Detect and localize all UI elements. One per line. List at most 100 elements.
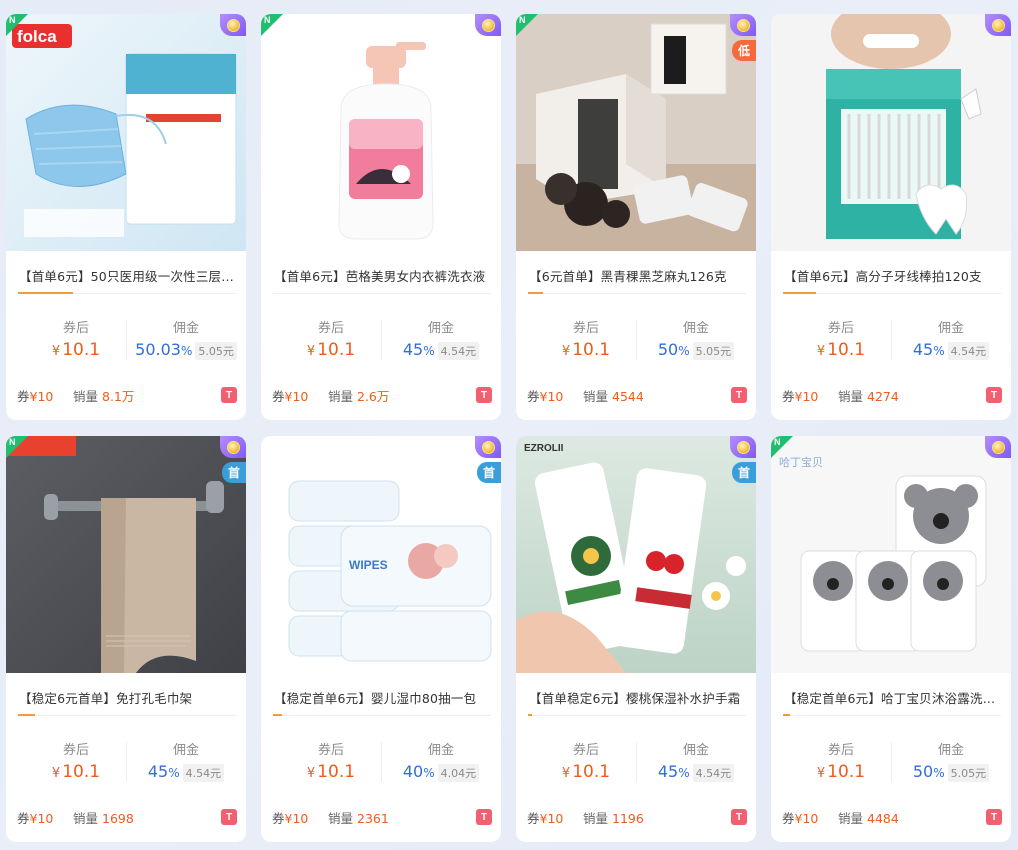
commission-rate: 45% 4.54元 (891, 340, 1011, 360)
rate-percent: 45% (403, 340, 435, 359)
price-value: ¥10.1 (283, 340, 379, 360)
commission-amount: 4.54元 (947, 342, 990, 360)
price-column: 券后 ¥10.1 (28, 317, 124, 360)
commission-column: 佣金 45% 4.54元 (381, 317, 501, 360)
side-tag: 首 (477, 462, 501, 483)
product-image[interactable]: N (261, 14, 501, 251)
commission-column: 佣金 50.03% 5.05元 (126, 317, 246, 360)
commission-column: 佣金 45% 4.54元 (891, 317, 1011, 360)
price-label: 券后 (62, 321, 89, 336)
new-ribbon-label: N (264, 15, 271, 25)
price-number: 10.1 (62, 340, 101, 360)
commission-rate: 40% 4.04元 (381, 762, 501, 782)
commission-column: 佣金 40% 4.04元 (381, 739, 501, 782)
price-column: 券后 ¥10.1 (793, 739, 889, 782)
sales-info: 销量 4484 (838, 808, 899, 827)
new-ribbon: N (516, 14, 538, 36)
product-image[interactable]: 哈丁宝贝 N (771, 436, 1011, 673)
title-progress (528, 714, 746, 716)
side-tag: 首 (222, 462, 246, 483)
product-title[interactable]: 【稳定首单6元】哈丁宝贝沐浴露洗发水 (784, 688, 1002, 707)
product-image[interactable] (771, 14, 1011, 251)
product-title[interactable]: 【稳定6元首单】免打孔毛巾架 (19, 688, 237, 707)
sales-label: 销量 (838, 811, 864, 826)
product-title[interactable]: 【首单稳定6元】樱桃保湿补水护手霜 (529, 688, 747, 707)
product-card[interactable]: 【首单6元】高分子牙线棒拍120支 券后 ¥10.1 佣金 45% 4.54元 … (771, 14, 1011, 420)
price-column: 券后 ¥10.1 (538, 739, 634, 782)
new-ribbon: N (6, 14, 28, 36)
commission-amount: 4.54元 (437, 342, 480, 360)
product-image[interactable]: WIPES 首 (261, 436, 501, 673)
product-photo (516, 14, 756, 251)
title-progress-fill (783, 292, 816, 294)
price-symbol: ¥ (561, 766, 571, 781)
price-column: 券后 ¥10.1 (538, 317, 634, 360)
sales-info: 销量 1196 (583, 808, 644, 827)
product-title[interactable]: 【首单6元】高分子牙线棒拍120支 (784, 266, 1002, 285)
product-image[interactable]: N 首 (6, 436, 246, 673)
commission-label: 佣金 (427, 743, 454, 758)
sales-info: 销量 4274 (838, 386, 899, 405)
commission-amount: 4.54元 (182, 764, 225, 782)
price-number: 10.1 (317, 340, 356, 360)
coupon-label: 券 (782, 389, 795, 404)
coupon-value: ¥10 (284, 811, 309, 826)
coupon-label: 券 (527, 389, 540, 404)
product-image[interactable]: N 低 (516, 14, 756, 251)
sales-value: 1196 (612, 811, 644, 826)
title-progress-fill (273, 714, 282, 716)
product-card[interactable]: N 【首单6元】芭格美男女内衣裤洗衣液 券后 ¥10.1 佣金 45% 4.54… (261, 14, 501, 420)
tmall-icon[interactable]: T (731, 809, 747, 825)
tmall-icon[interactable]: T (221, 387, 237, 403)
commission-label: 佣金 (937, 743, 964, 758)
commission-rate: 50% 5.05元 (891, 762, 1011, 782)
tmall-icon[interactable]: T (221, 809, 237, 825)
product-title[interactable]: 【首单6元】50只医用级一次性三层口罩 (19, 266, 237, 285)
commission-column: 佣金 50% 5.05元 (891, 739, 1011, 782)
coupon-label: 券 (272, 389, 285, 404)
rate-unit: % (168, 766, 180, 780)
tmall-icon[interactable]: T (986, 387, 1002, 403)
product-image[interactable]: folca N (6, 14, 246, 251)
card-footer: 券¥10 销量 4544 T (527, 386, 747, 404)
product-card[interactable]: folca N 【首单6元】50只医用级一次性三层口罩 券后 ¥10.1 佣金 (6, 14, 246, 420)
tmall-icon[interactable]: T (731, 387, 747, 403)
sales-label: 销量 (328, 811, 354, 826)
sales-info: 销量 8.1万 (73, 386, 134, 405)
stats-divider (381, 742, 382, 782)
rate-number: 45 (147, 762, 169, 781)
card-footer: 券¥10 销量 4484 T (782, 808, 1002, 826)
stats-divider (126, 320, 127, 360)
price-value: ¥10.1 (28, 340, 124, 360)
product-card[interactable]: N 低 【6元首单】黑青稞黑芝麻丸126克 券后 ¥10.1 佣金 50% 5.… (516, 14, 756, 420)
price-value: ¥10.1 (793, 340, 889, 360)
tmall-icon[interactable]: T (476, 809, 492, 825)
sales-info: 销量 4544 (583, 386, 644, 405)
tmall-icon[interactable]: T (986, 809, 1002, 825)
price-column: 券后 ¥10.1 (28, 739, 124, 782)
commission-label: 佣金 (682, 743, 709, 758)
product-image[interactable]: EZROLII 首 (516, 436, 756, 673)
sales-value: 8.1万 (102, 389, 135, 404)
product-title[interactable]: 【6元首单】黑青稞黑芝麻丸126克 (529, 266, 747, 285)
title-progress (783, 714, 1001, 716)
coupon-info: 券¥10 (17, 808, 53, 827)
price-label: 券后 (62, 743, 89, 758)
tmall-icon[interactable]: T (476, 387, 492, 403)
rate-percent: 40% (403, 762, 435, 781)
side-tag: 低 (732, 40, 756, 61)
coupon-info: 券¥10 (527, 386, 563, 405)
sales-info: 销量 2361 (328, 808, 389, 827)
product-card[interactable]: 哈丁宝贝 N 【稳定首单6元】哈丁宝贝沐浴露洗发水 券后 ¥10.1 佣金 50… (771, 436, 1011, 842)
product-photo: EZROLII (516, 436, 756, 673)
wipes-text: WIPES (349, 558, 388, 572)
rate-number: 50 (912, 762, 934, 781)
product-card[interactable]: EZROLII 首 【首单稳定6元】樱桃保湿补水护手霜 券后 ¥10.1 佣金 … (516, 436, 756, 842)
sales-value: 4544 (612, 389, 644, 404)
commission-amount: 4.54元 (692, 764, 735, 782)
product-title[interactable]: 【首单6元】芭格美男女内衣裤洗衣液 (274, 266, 492, 285)
product-card[interactable]: N 首 【稳定6元首单】免打孔毛巾架 券后 ¥10.1 佣金 45% 4.54元… (6, 436, 246, 842)
rate-percent: 45% (148, 762, 180, 781)
product-card[interactable]: WIPES 首 【稳定首单6元】婴儿湿巾80抽一包 券后 ¥10.1 佣金 40… (261, 436, 501, 842)
product-title[interactable]: 【稳定首单6元】婴儿湿巾80抽一包 (274, 688, 492, 707)
